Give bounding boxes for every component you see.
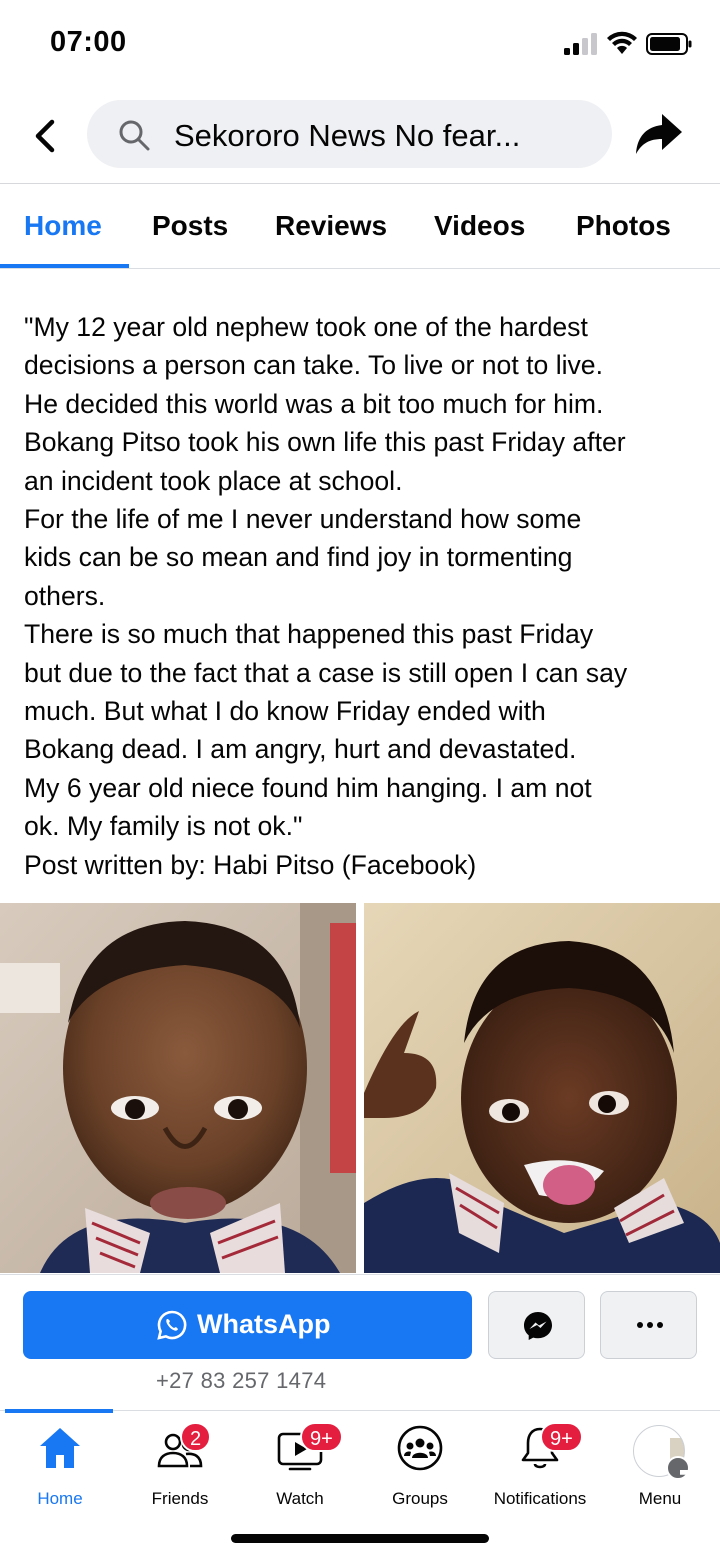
post-line: Post written by: Habi Pitso (Facebook) [24, 849, 477, 880]
post-line: Bokang dead. I am angry, hurt and devast… [24, 734, 577, 765]
child-portrait-image [0, 903, 356, 1273]
nav-menu-label: Menu [638, 1489, 682, 1508]
post-photo-right[interactable] [364, 903, 720, 1273]
back-arrow-icon[interactable] [28, 114, 62, 158]
active-tab-indicator [0, 264, 129, 268]
nav-notifications[interactable]: 9+ Notifications [480, 1412, 600, 1522]
tab-photos[interactable]: Photos [576, 210, 671, 242]
phone-number: +27 83 257 1474 [156, 1368, 327, 1393]
child-smiling-image [364, 903, 720, 1273]
nav-notifications-label: Notifications [493, 1489, 587, 1508]
nav-home-label: Home [37, 1489, 83, 1508]
home-indicator [231, 1534, 489, 1543]
friends-badge: 2 [180, 1422, 212, 1452]
whatsapp-label: WhatsApp [197, 1309, 331, 1339]
share-icon[interactable] [632, 110, 684, 158]
watch-badge: 9+ [300, 1422, 343, 1452]
post-line: an incident took place at school. [24, 465, 403, 496]
post-line: My 6 year old niece found him hanging. I… [24, 772, 592, 803]
nav-watch-label: Watch [276, 1489, 324, 1508]
nav-groups-label: Groups [392, 1489, 448, 1508]
nav-home[interactable]: Home [0, 1412, 120, 1522]
messenger-icon [524, 1312, 552, 1340]
status-time: 07:00 [50, 26, 127, 58]
status-bar: 07:00 [0, 0, 720, 90]
post-line: "My 12 year old nephew took one of the h… [24, 312, 588, 342]
signal-icon [564, 33, 597, 55]
post-line: Bokang Pitso took his own life this past… [24, 427, 626, 458]
nav-friends-label: Friends [151, 1489, 209, 1508]
post-line: decisions a person can take. To live or … [24, 350, 603, 381]
tab-videos[interactable]: Videos [434, 210, 525, 242]
nav-groups[interactable]: Groups [360, 1412, 480, 1522]
battery-icon [646, 33, 692, 55]
menu-hamburger-icon [666, 1456, 704, 1494]
post-body: "My 12 year old nephew took one of the h… [24, 308, 704, 884]
post-photo-left[interactable] [0, 903, 356, 1273]
wifi-icon [607, 31, 637, 54]
whatsapp-icon [157, 1310, 187, 1340]
more-icon [637, 1322, 663, 1328]
post-line: much. But what I do know Friday ended wi… [24, 696, 546, 727]
messenger-button[interactable] [488, 1291, 585, 1359]
tab-home[interactable]: Home [24, 210, 102, 242]
post-line: There is so much that happened this past… [24, 619, 594, 650]
post-line: but due to the fact that a case is still… [24, 657, 628, 688]
groups-icon [397, 1425, 443, 1471]
page-header: Sekororo News No fear... [0, 96, 720, 184]
post-line: For the life of me I never understand ho… [24, 504, 582, 535]
nav-watch[interactable]: 9+ Watch [240, 1412, 360, 1522]
nav-menu[interactable]: Menu [600, 1412, 720, 1522]
post-line: He decided this world was a bit too much… [24, 388, 604, 419]
post-line: ok. My family is not ok." [24, 811, 303, 842]
post-line: others. [24, 580, 106, 611]
page-tabs: Home Posts Reviews Videos Photos [0, 184, 720, 269]
action-divider [0, 1274, 720, 1275]
whatsapp-button[interactable]: WhatsApp [23, 1291, 472, 1359]
search-text: Sekororo News No fear... [174, 118, 521, 153]
more-options-button[interactable] [600, 1291, 697, 1359]
tab-posts[interactable]: Posts [152, 210, 228, 242]
nav-friends[interactable]: 2 Friends [120, 1412, 240, 1522]
post-line: kids can be so mean and find joy in torm… [24, 542, 573, 573]
search-icon [119, 120, 150, 151]
tab-reviews[interactable]: Reviews [275, 210, 387, 242]
home-icon [40, 1428, 80, 1468]
search-field[interactable]: Sekororo News No fear... [87, 100, 612, 168]
notifications-badge: 9+ [540, 1422, 583, 1452]
